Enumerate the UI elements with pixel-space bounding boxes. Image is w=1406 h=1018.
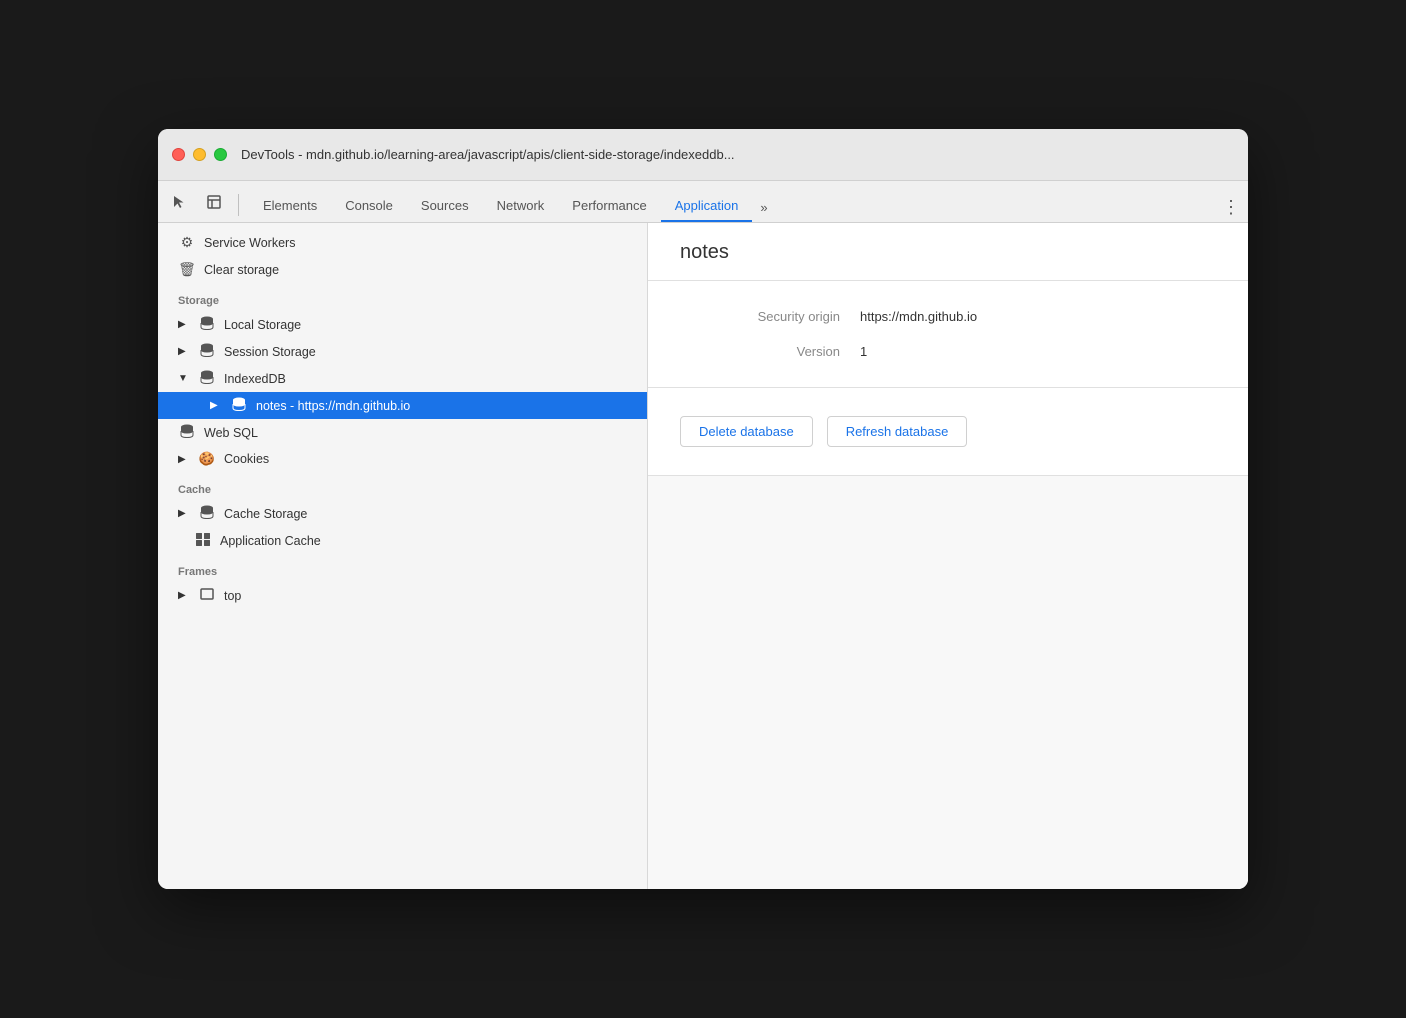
notes-db-label: notes - https://mdn.github.io [256, 399, 410, 413]
top-label: top [224, 589, 241, 603]
delete-database-button[interactable]: Delete database [680, 416, 813, 447]
sidebar-item-web-sql[interactable]: Web SQL [158, 419, 647, 446]
local-storage-label: Local Storage [224, 318, 301, 332]
sidebar-item-app-cache[interactable]: Application Cache [158, 527, 647, 554]
indexeddb-label: IndexedDB [224, 372, 286, 386]
sidebar-item-local-storage[interactable]: ▶ Local Storage [158, 311, 647, 338]
session-storage-label: Session Storage [224, 345, 316, 359]
indexeddb-icon [198, 370, 216, 387]
gear-icon: ⚙ [178, 234, 196, 251]
expand-top-icon: ▶ [178, 590, 190, 601]
tab-performance[interactable]: Performance [558, 191, 660, 222]
tab-toolbar [166, 188, 228, 222]
expand-indexeddb-icon: ▼ [178, 373, 190, 384]
security-origin-label: Security origin [680, 309, 840, 324]
close-button[interactable] [172, 148, 185, 161]
cache-storage-icon [198, 505, 216, 522]
frame-icon [198, 587, 216, 604]
tab-console[interactable]: Console [331, 191, 407, 222]
actions-section: Delete database Refresh database [648, 388, 1248, 476]
panel-body: Security origin https://mdn.github.io Ve… [648, 281, 1248, 889]
cache-storage-label: Cache Storage [224, 507, 307, 521]
panel-title: notes [680, 241, 1216, 264]
tab-sources[interactable]: Sources [407, 191, 483, 222]
sidebar-item-clear-storage[interactable]: 🗑 Clear storage [158, 256, 647, 283]
version-label: Version [680, 344, 840, 359]
expand-session-storage-icon: ▶ [178, 346, 190, 357]
sidebar-item-service-workers[interactable]: ⚙ Service Workers [158, 229, 647, 256]
app-cache-icon [194, 532, 212, 549]
session-storage-icon [198, 343, 216, 360]
sidebar-item-top[interactable]: ▶ top [158, 582, 647, 609]
info-section: Security origin https://mdn.github.io Ve… [648, 281, 1248, 388]
frames-section-header: Frames [158, 554, 647, 582]
clear-storage-label: Clear storage [204, 263, 279, 277]
main-content: ⚙ Service Workers 🗑 Clear storage Storag… [158, 223, 1248, 889]
window-title: DevTools - mdn.github.io/learning-area/j… [241, 147, 735, 162]
minimize-button[interactable] [193, 148, 206, 161]
devtools-menu-button[interactable]: ⋮ [1222, 198, 1240, 222]
security-origin-row: Security origin https://mdn.github.io [680, 309, 1216, 324]
tabs-container: Elements Console Sources Network Perform… [249, 191, 1218, 222]
traffic-lights [172, 148, 227, 161]
cookies-label: Cookies [224, 452, 269, 466]
security-origin-value: https://mdn.github.io [860, 309, 977, 324]
version-row: Version 1 [680, 344, 1216, 359]
expand-notes-icon: ▶ [210, 400, 222, 411]
sidebar-item-cache-storage[interactable]: ▶ Cache Storage [158, 500, 647, 527]
title-bar: DevTools - mdn.github.io/learning-area/j… [158, 129, 1248, 181]
tab-network[interactable]: Network [483, 191, 559, 222]
sidebar-item-cookies[interactable]: ▶ 🍪 Cookies [158, 446, 647, 472]
tab-elements[interactable]: Elements [249, 191, 331, 222]
app-cache-label: Application Cache [220, 534, 321, 548]
storage-section-header: Storage [158, 283, 647, 311]
version-value: 1 [860, 344, 867, 359]
refresh-database-button[interactable]: Refresh database [827, 416, 968, 447]
devtools-window: DevTools - mdn.github.io/learning-area/j… [158, 129, 1248, 889]
tab-bar: Elements Console Sources Network Perform… [158, 181, 1248, 223]
sidebar-item-indexeddb[interactable]: ▼ IndexedDB [158, 365, 647, 392]
sidebar: ⚙ Service Workers 🗑 Clear storage Storag… [158, 223, 648, 889]
cursor-icon-button[interactable] [166, 188, 194, 216]
tab-application[interactable]: Application [661, 191, 753, 222]
expand-cache-storage-icon: ▶ [178, 508, 190, 519]
tab-separator [238, 194, 239, 216]
notes-db-icon [230, 397, 248, 414]
panel-header: notes [648, 223, 1248, 281]
sidebar-item-session-storage[interactable]: ▶ Session Storage [158, 338, 647, 365]
sidebar-item-notes-db[interactable]: ▶ notes - https://mdn.github.io [158, 392, 647, 419]
cache-section-header: Cache [158, 472, 647, 500]
expand-local-storage-icon: ▶ [178, 319, 190, 330]
maximize-button[interactable] [214, 148, 227, 161]
web-sql-icon [178, 424, 196, 441]
local-storage-icon [198, 316, 216, 333]
expand-cookies-icon: ▶ [178, 454, 190, 465]
service-workers-label: Service Workers [204, 236, 295, 250]
trash-icon: 🗑 [178, 261, 196, 278]
inspect-icon-button[interactable] [200, 188, 228, 216]
right-panel: notes Security origin https://mdn.github… [648, 223, 1248, 889]
web-sql-label: Web SQL [204, 426, 258, 440]
more-tabs-button[interactable]: » [752, 193, 775, 222]
cookies-icon: 🍪 [198, 451, 216, 467]
